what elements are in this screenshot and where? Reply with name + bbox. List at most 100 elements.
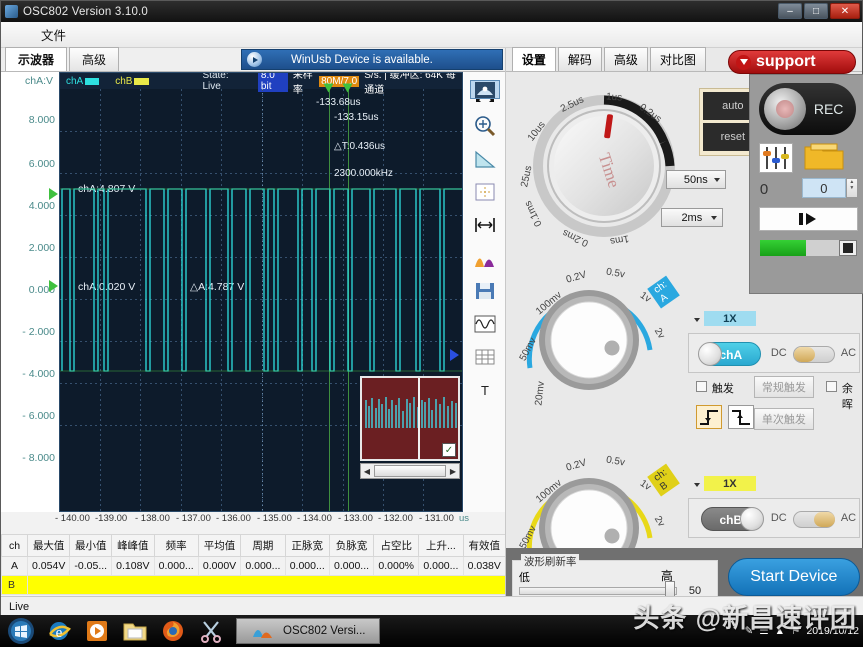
tab-decode[interactable]: 解码: [558, 47, 602, 71]
taskbar-item-osc802[interactable]: OSC802 Versi...: [236, 618, 380, 644]
window-buttons: – □ ✕: [778, 3, 860, 19]
tab-oscilloscope[interactable]: 示波器: [5, 47, 67, 71]
internet-explorer-icon[interactable]: e: [42, 616, 76, 646]
scroll-left-arrow[interactable]: ◀: [361, 467, 373, 476]
equalizer-icon[interactable]: [759, 143, 793, 173]
width-measure-icon[interactable]: [470, 212, 500, 238]
image-icon[interactable]: [470, 80, 500, 99]
chA-enable-toggle[interactable]: chA: [701, 342, 761, 366]
waveform-icon[interactable]: [470, 311, 500, 337]
snipping-tool-icon[interactable]: [194, 616, 228, 646]
grid-icon[interactable]: [470, 179, 500, 205]
chB-dc-label: DC: [771, 512, 787, 524]
menu-item-file[interactable]: 文件: [31, 22, 76, 47]
save-icon[interactable]: [470, 278, 500, 304]
normal-trigger-button[interactable]: 常规触发: [754, 376, 814, 398]
x-tick: - 133.00: [338, 513, 373, 524]
y-tick: 8.000: [29, 114, 55, 126]
persist-checkbox[interactable]: [826, 381, 837, 392]
x-tick: - 131.00: [419, 513, 454, 524]
minimize-button[interactable]: –: [778, 3, 802, 19]
record-count-input[interactable]: 0: [802, 178, 846, 198]
windows-orb-icon[interactable]: [4, 616, 38, 646]
y-tick: 2.000: [29, 242, 55, 254]
record-dial-icon: [764, 88, 806, 130]
window-title: OSC802 Version 3.10.0: [23, 6, 148, 18]
x-tick: - 140.00: [55, 513, 90, 524]
chA-voltage-knob[interactable]: 50mv 100mv 0.2V 0.5v 1v 2v 20mv ch: A: [514, 258, 664, 408]
single-trigger-button[interactable]: 单次触发: [754, 408, 814, 430]
falling-edge-icon[interactable]: [728, 405, 754, 429]
trigger-label: 触发: [712, 380, 734, 396]
col-max: 最大值: [28, 535, 70, 557]
histogram-icon[interactable]: [470, 245, 500, 271]
y-tick: - 6.000: [22, 410, 55, 422]
col-freq: 频率: [154, 535, 198, 557]
record-stop-button[interactable]: [839, 240, 857, 256]
tab-advanced[interactable]: 高级: [604, 47, 648, 71]
timebase-select[interactable]: 50ns: [666, 170, 726, 189]
col-period: 周期: [241, 535, 285, 557]
spinner-down-icon[interactable]: ▼: [849, 185, 854, 191]
cell-val: 0.000...: [419, 557, 463, 576]
chB-coupling-toggle[interactable]: [793, 511, 835, 528]
chevron-down-icon: [714, 178, 720, 182]
progress-fill: [760, 240, 807, 256]
maximize-button[interactable]: □: [804, 3, 828, 19]
buffer-select[interactable]: 2ms: [661, 208, 723, 227]
waveform-grid[interactable]: chA chB State: Live 8.0 bit 采样率 80M/7.0 …: [59, 72, 463, 512]
application-window: OSC802 Version 3.10.0 – □ ✕ 文件 示波器 高级 Wi…: [0, 0, 863, 615]
time-base-knob[interactable]: Time 10us 2.5us 1us 0.2us 25us 0.1ms 0.2…: [524, 86, 684, 246]
scroll-right-arrow[interactable]: ▶: [447, 467, 459, 476]
left-tab-bar: 示波器 高级 WinUsb Device is available.: [1, 48, 505, 72]
chA-offset-marker-zero[interactable]: [49, 280, 58, 292]
ruler-icon[interactable]: [470, 146, 500, 172]
col-negwidth: 负脉宽: [329, 535, 373, 557]
chA-probe-value[interactable]: 1X: [704, 311, 756, 326]
table-icon[interactable]: [470, 344, 500, 370]
play-icon[interactable]: [247, 52, 262, 67]
folder-icon[interactable]: [803, 141, 845, 173]
refresh-rate-slider[interactable]: [519, 587, 677, 595]
tab-advanced[interactable]: 高级: [69, 47, 119, 71]
tab-comparison[interactable]: 对比图: [650, 47, 706, 71]
cell-val: 0.000V: [198, 557, 240, 576]
chA-offset-marker-high[interactable]: [49, 188, 58, 200]
tab-settings[interactable]: 设置: [512, 47, 556, 71]
minimap-checkbox[interactable]: ✓: [442, 443, 456, 457]
support-label: support: [756, 53, 816, 71]
persist-label: 余晖: [842, 380, 862, 412]
scroll-thumb[interactable]: [374, 465, 446, 477]
table-row[interactable]: A 0.054V -0.05... 0.108V 0.000... 0.000V…: [2, 557, 506, 576]
x-tick: - 132.00: [378, 513, 413, 524]
text-icon[interactable]: T: [470, 377, 500, 403]
rising-edge-icon[interactable]: [696, 405, 722, 429]
buffer-value: 2ms: [681, 212, 702, 224]
media-player-icon[interactable]: [80, 616, 114, 646]
y-tick: - 2.000: [22, 326, 55, 338]
status-text: Live: [9, 601, 29, 613]
firefox-icon[interactable]: [156, 616, 190, 646]
waveform-overview-minimap[interactable]: ✓: [360, 376, 460, 461]
record-spinner-buttons[interactable]: ▲ ▼: [846, 178, 858, 198]
table-row[interactable]: B: [2, 576, 506, 595]
minimap-scrollbar[interactable]: ◀ ▶: [360, 463, 460, 479]
start-device-button[interactable]: Start Device: [728, 558, 860, 596]
x-tick: - 137.00: [176, 513, 211, 524]
chA-probe-caret-icon[interactable]: [694, 318, 700, 322]
trigger-checkbox[interactable]: [696, 381, 707, 392]
close-button[interactable]: ✕: [830, 3, 860, 19]
cell-ch: B: [2, 576, 28, 595]
chB-enable-toggle[interactable]: chB: [701, 507, 761, 531]
explorer-icon[interactable]: [118, 616, 152, 646]
zoom-icon[interactable]: [470, 113, 500, 139]
chB-offset-marker[interactable]: [450, 349, 459, 361]
support-button[interactable]: support: [728, 50, 856, 74]
chB-probe-caret-icon[interactable]: [694, 483, 700, 487]
chB-probe-value[interactable]: 1X: [704, 476, 756, 491]
record-button[interactable]: REC: [759, 83, 856, 135]
record-step-button[interactable]: [759, 207, 858, 231]
measurement-table: ch 最大值 最小值 峰峰值 频率 平均值 周期 正脉宽 负脉宽 占空比 上升.…: [1, 534, 506, 595]
chA-coupling-toggle[interactable]: [793, 346, 835, 363]
chevron-down-icon: [711, 216, 717, 220]
